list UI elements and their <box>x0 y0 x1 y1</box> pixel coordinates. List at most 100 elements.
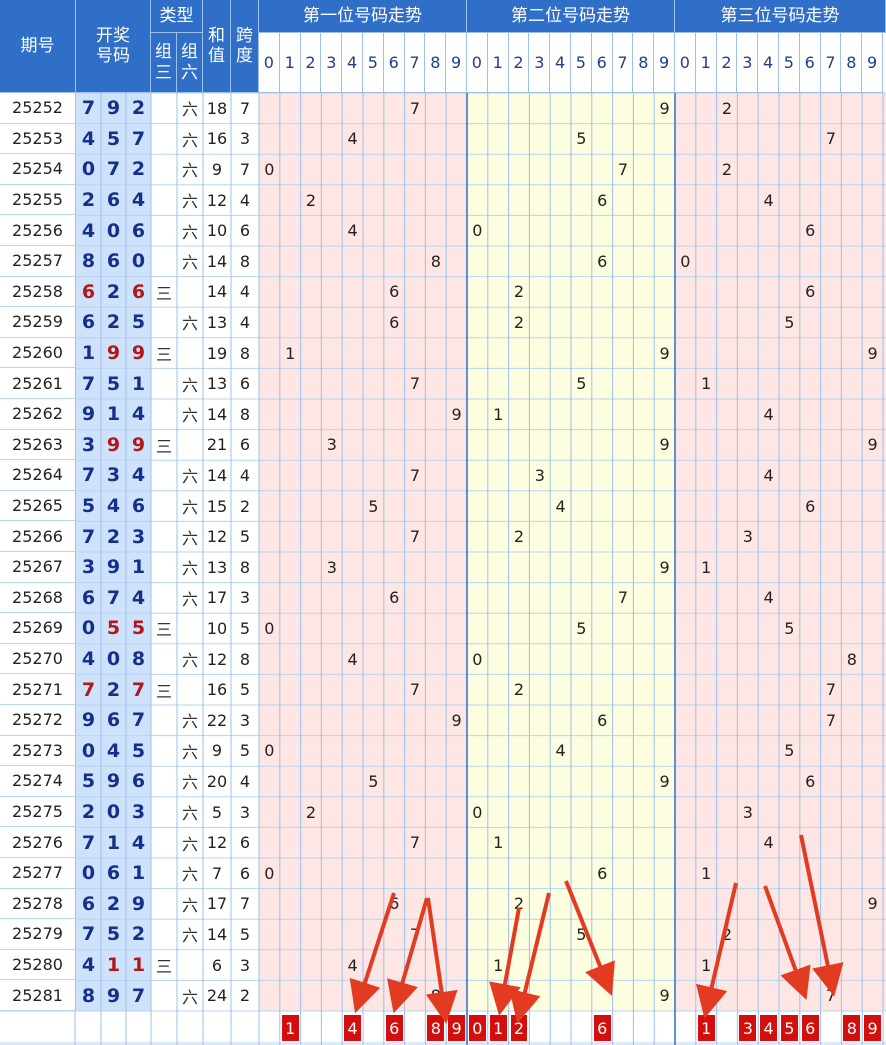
sum-value: 14 <box>206 251 228 271</box>
draw-digit: 5 <box>131 617 146 640</box>
header-pos3-digit: 8 <box>841 33 863 93</box>
header-line: 组 <box>181 42 198 63</box>
trend-mark: 9 <box>867 894 878 914</box>
sum-value: 21 <box>206 435 228 455</box>
trend-mark: 6 <box>389 312 400 332</box>
span-value: 6 <box>239 221 251 241</box>
issue-number: 25256 <box>0 215 76 246</box>
issue-number: 25261 <box>0 368 76 399</box>
header-pos1-digit: 4 <box>342 33 363 93</box>
pick-digit: 1 <box>489 1015 507 1041</box>
draw-digit: 1 <box>81 342 96 365</box>
sum-value: 10 <box>206 221 228 241</box>
trend-mark: 7 <box>617 588 629 608</box>
type-label: 三 <box>155 681 172 701</box>
trend-mark: 4 <box>555 741 566 761</box>
span-value: 8 <box>239 251 251 271</box>
header-pos3-digit: 2 <box>716 33 738 93</box>
sum-value: 9 <box>211 159 223 179</box>
draw-digit: 5 <box>131 311 146 334</box>
span-value: 3 <box>239 802 251 822</box>
trend-mark: 4 <box>763 190 774 210</box>
span-value: 8 <box>239 557 251 577</box>
issue-number: 25276 <box>0 827 76 858</box>
type-label: 六 <box>181 773 198 793</box>
type-label: 六 <box>181 222 198 242</box>
sum-value: 15 <box>206 496 228 516</box>
draw-digit: 5 <box>131 739 146 762</box>
issue-number: 25254 <box>0 154 76 185</box>
trend-mark: 9 <box>659 98 670 118</box>
trend-mark: 6 <box>805 221 816 241</box>
type-label: 六 <box>181 130 198 150</box>
issue-number: 25264 <box>0 460 76 491</box>
header-pos3-digit: 3 <box>737 33 759 93</box>
draw-digit: 1 <box>106 831 121 854</box>
draw-digit: 0 <box>81 862 96 885</box>
header-line: 跨 <box>236 25 253 46</box>
span-value: 3 <box>239 710 251 730</box>
trend-mark: 2 <box>305 802 317 822</box>
pick-digit: 0 <box>469 1015 486 1041</box>
trend-mark: 5 <box>784 618 795 638</box>
draw-digit: 7 <box>81 678 96 701</box>
header-pos3-digit: 5 <box>779 33 800 93</box>
draw-digit: 9 <box>106 984 121 1007</box>
header-line: 六 <box>181 62 198 83</box>
draw-digit: 1 <box>106 403 121 426</box>
trend-mark: 9 <box>659 771 670 791</box>
type-label: 六 <box>181 192 198 212</box>
trend-mark: 1 <box>701 863 712 883</box>
draw-digit: 4 <box>131 831 146 854</box>
draw-digit: 4 <box>81 648 96 671</box>
trend-mark: 6 <box>597 863 608 883</box>
header-line: 值 <box>208 46 225 66</box>
draw-digit: 7 <box>131 984 146 1007</box>
trend-mark: 7 <box>409 924 421 944</box>
draw-digit: 4 <box>106 739 121 762</box>
span-value: 7 <box>239 894 251 914</box>
draw-digit: 7 <box>106 586 121 609</box>
draw-digit: 6 <box>106 709 121 732</box>
trend-mark: 6 <box>389 282 400 302</box>
draw-digit: 6 <box>131 280 146 303</box>
header-draw-line: 开奖 <box>96 25 130 46</box>
draw-digit: 1 <box>106 954 121 977</box>
draw-digit: 6 <box>131 219 146 242</box>
draw-digit: 0 <box>106 648 121 671</box>
pick-digit: 3 <box>739 1015 757 1041</box>
draw-digit: 9 <box>106 433 121 456</box>
header-pos1-digit: 8 <box>425 33 447 93</box>
pick-digit: 5 <box>781 1015 798 1041</box>
trend-mark: 1 <box>493 833 504 853</box>
trend-mark: 1 <box>701 374 712 394</box>
trend-mark: 2 <box>721 924 733 944</box>
header-draw-line: 号码 <box>96 46 130 66</box>
trend-mark: 7 <box>409 374 421 394</box>
pick-digit: 9 <box>448 1015 465 1041</box>
span-value: 3 <box>239 588 251 608</box>
trend-mark: 3 <box>742 802 753 822</box>
draw-digit: 6 <box>81 311 96 334</box>
issue-number: 25257 <box>0 246 76 277</box>
issue-number: 25273 <box>0 735 76 767</box>
issue-number: 25269 <box>0 613 76 644</box>
draw-digit: 5 <box>106 617 121 640</box>
draw-digit: 4 <box>81 219 96 242</box>
draw-digit: 6 <box>106 250 121 273</box>
trend-mark: 2 <box>513 527 525 547</box>
draw-digit: 6 <box>131 770 146 793</box>
pick-digit: 1 <box>697 1015 715 1041</box>
trend-mark: 4 <box>555 496 566 516</box>
header-pos3-digit: 9 <box>862 33 883 93</box>
type-label: 六 <box>181 161 198 181</box>
span-value: 2 <box>239 986 251 1006</box>
type-label: 六 <box>181 987 198 1007</box>
draw-digit: 4 <box>131 189 146 212</box>
span-value: 3 <box>239 129 251 149</box>
draw-digit: 7 <box>81 831 96 854</box>
trend-mark: 5 <box>368 771 379 791</box>
trend-mark: 2 <box>513 282 525 302</box>
draw-digit: 3 <box>106 464 121 487</box>
draw-digit: 6 <box>81 280 96 303</box>
